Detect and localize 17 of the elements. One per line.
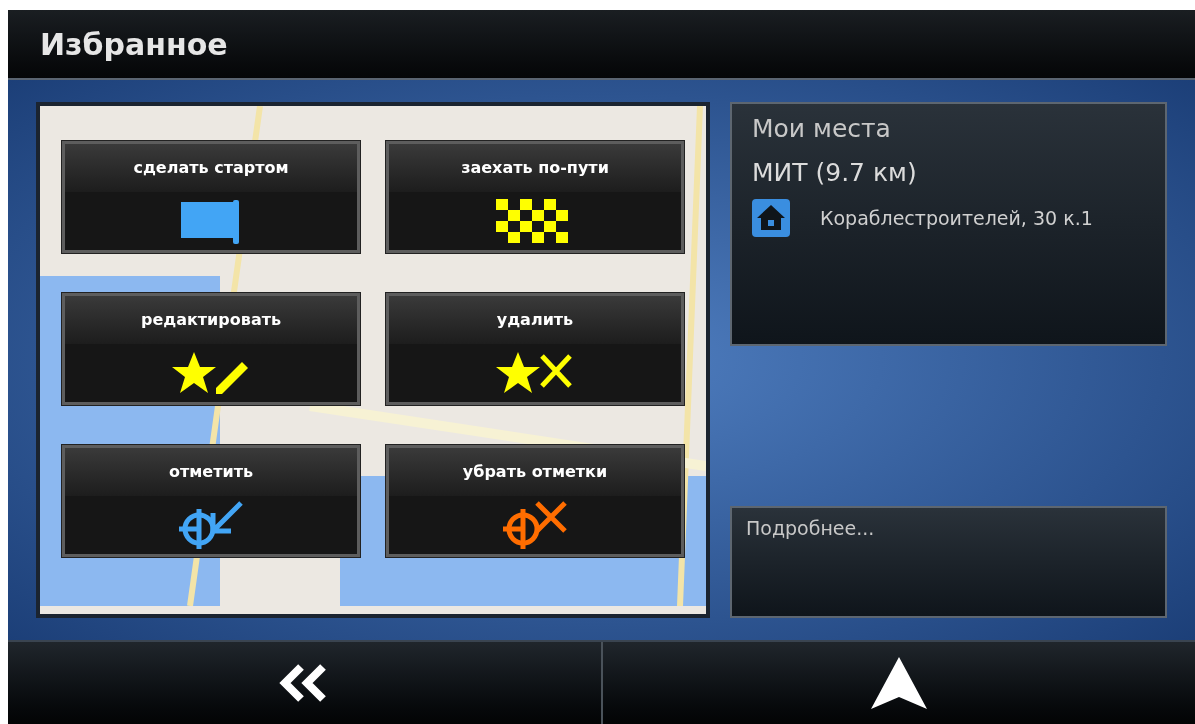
screen-title: Избранное: [40, 25, 228, 64]
action-button[interactable]: отметить: [62, 445, 360, 557]
action-button[interactable]: сделать стартом: [62, 141, 360, 253]
place-address: Кораблестроителей, 30 к.1: [820, 205, 1093, 231]
place-name: МИТ (9.7 км): [752, 156, 918, 189]
details-button[interactable]: Подробнее...: [730, 506, 1167, 618]
action-button[interactable]: заехать по-пути: [386, 141, 684, 253]
crosshair-arrow-icon: [177, 499, 245, 551]
home-icon: [752, 199, 790, 237]
action-button[interactable]: редактировать: [62, 293, 360, 405]
panel-heading: Мои места: [752, 113, 892, 145]
navigation-arrow-icon: [868, 655, 929, 711]
star-pencil-icon: [172, 350, 250, 396]
crosshair-cross-icon: [501, 499, 569, 551]
action-button[interactable]: убрать отметки: [386, 445, 684, 557]
action-button[interactable]: удалить: [386, 293, 684, 405]
star-cross-icon: [496, 350, 574, 396]
